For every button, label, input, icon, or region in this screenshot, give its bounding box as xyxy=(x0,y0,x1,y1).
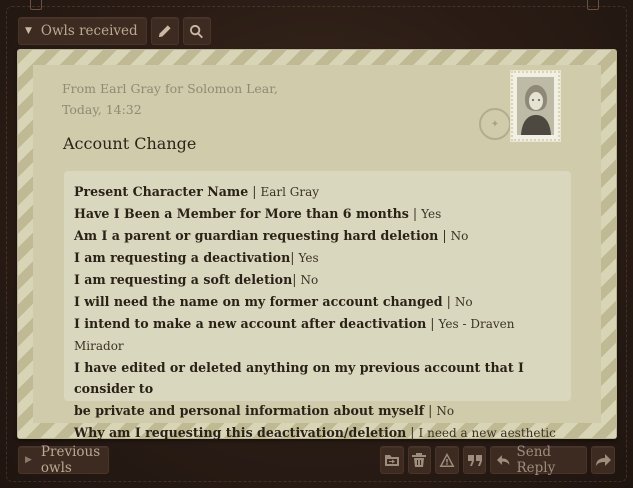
folder-label: Owls received xyxy=(40,23,138,39)
application-line: Present Character Name | Earl Gray xyxy=(74,181,563,203)
answer-value: No xyxy=(436,404,455,418)
separator: | xyxy=(408,206,422,221)
report-button[interactable] xyxy=(435,446,459,474)
caret-down-icon: ▼ xyxy=(25,26,32,36)
letter-meta: From Earl Gray for Solomon Lear, Today, … xyxy=(62,78,278,120)
application-line: Am I a parent or guardian requesting har… xyxy=(74,225,563,247)
answer-value: I need a new aesthetic xyxy=(418,426,556,440)
question-label: I have edited or deleted anything on my … xyxy=(74,360,524,396)
postmark-icon: ✦ xyxy=(479,108,511,140)
answer-value: No xyxy=(450,229,469,243)
frame-rivet xyxy=(587,0,599,10)
question-label: Am I a parent or guardian requesting har… xyxy=(74,228,439,243)
application-line: I intend to make a new account after dea… xyxy=(74,313,563,357)
message-body: Present Character Name | Earl Gray Have I… xyxy=(64,171,571,440)
question-label: Why am I requesting this deactivation/de… xyxy=(74,425,407,440)
send-reply-label: Send Reply xyxy=(516,444,556,476)
answer-value: Yes xyxy=(298,251,319,265)
question-label: be private and personal information abou… xyxy=(74,403,425,418)
search-icon xyxy=(190,24,204,38)
answer-value: Earl Gray xyxy=(260,185,320,199)
portrait-image xyxy=(517,77,554,135)
send-reply-button[interactable]: Send Reply xyxy=(490,444,588,476)
quote-icon xyxy=(467,455,482,466)
message-subject: Account Change xyxy=(63,134,197,153)
move-button[interactable] xyxy=(380,446,404,474)
question-label: Present Character Name xyxy=(74,184,249,199)
question-label: Have I Been a Member for More than 6 mon… xyxy=(74,206,409,221)
separator: | xyxy=(406,425,419,440)
question-label: I intend to make a new account after dea… xyxy=(74,316,427,331)
owl-letter: From Earl Gray for Solomon Lear, Today, … xyxy=(18,50,616,440)
timestamp: Today, 14:32 xyxy=(62,102,142,117)
owls-toolbar: ▼ Owls received xyxy=(18,17,211,45)
application-line: I have edited or deleted anything on my … xyxy=(74,357,563,400)
forward-button[interactable] xyxy=(591,446,615,474)
previous-owls-label: Previous owls xyxy=(40,444,101,476)
application-lines: Present Character Name | Earl Gray Have I… xyxy=(74,181,563,444)
folder-move-icon xyxy=(384,455,399,466)
search-button[interactable] xyxy=(182,17,211,45)
trash-icon xyxy=(412,453,427,467)
separator: | xyxy=(424,403,437,418)
previous-owls-button[interactable]: ▶ Previous owls xyxy=(18,444,110,476)
warning-icon xyxy=(439,453,455,467)
separator: | xyxy=(248,184,261,199)
delete-button[interactable] xyxy=(407,446,432,474)
application-line: Have I Been a Member for More than 6 mon… xyxy=(74,203,563,225)
application-line: I will need the name on my former accoun… xyxy=(74,291,563,313)
avatar xyxy=(517,77,554,135)
stamp xyxy=(511,71,560,141)
application-line: be private and personal information abou… xyxy=(74,400,563,422)
application-line: Why am I requesting this deactivation/de… xyxy=(74,422,563,444)
separator: | xyxy=(438,228,451,243)
quote-button[interactable] xyxy=(462,446,487,474)
separator: | xyxy=(426,316,439,331)
message-action-group: Send Reply xyxy=(380,444,615,476)
application-line: I am requesting a deactivation| Yes xyxy=(74,247,563,269)
reply-icon xyxy=(497,455,510,465)
application-line: I am requesting a soft deletion| No xyxy=(74,269,563,291)
separator: | xyxy=(442,294,455,309)
question-label: I am requesting a deactivation xyxy=(74,250,291,265)
question-label: I am requesting a soft deletion xyxy=(74,272,293,287)
folder-dropdown[interactable]: ▼ Owls received xyxy=(18,17,147,45)
answer-value: No xyxy=(300,273,319,287)
edit-button[interactable] xyxy=(150,17,179,45)
pencil-icon xyxy=(159,24,171,37)
forward-icon xyxy=(595,454,611,466)
answer-value: No xyxy=(454,295,473,309)
answer-value: Yes xyxy=(421,207,442,221)
frame-rivet xyxy=(30,0,42,10)
question-label: I will need the name on my former accoun… xyxy=(74,294,443,309)
from-line: From Earl Gray for Solomon Lear, xyxy=(62,81,278,96)
caret-right-icon: ▶ xyxy=(25,455,32,465)
